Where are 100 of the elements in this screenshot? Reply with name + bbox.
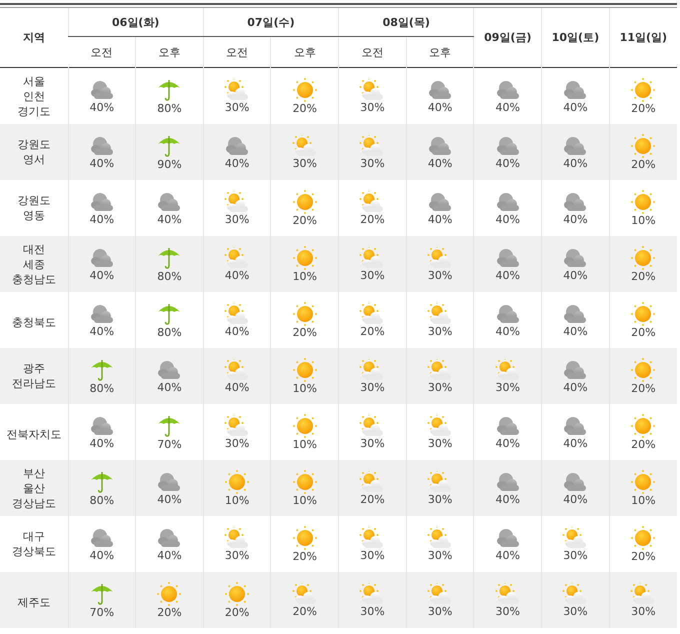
precipitation-chance: 40%: [563, 492, 588, 506]
precipitation-chance: 40%: [90, 268, 114, 282]
region-cell: 강원도 영서: [0, 124, 68, 180]
precipitation-chance: 20%: [360, 492, 385, 506]
precipitation-chance: 80%: [90, 494, 114, 506]
precipitation-chance: 20%: [292, 326, 318, 338]
precipitation-chance: 30%: [360, 268, 385, 282]
precipitation-chance: 40%: [496, 212, 520, 226]
precipitation-chance: 30%: [224, 436, 250, 450]
precipitation-chance: 30%: [563, 548, 588, 562]
precipitation-chance: 20%: [631, 382, 656, 394]
day-header: 07일(수): [247, 14, 295, 30]
precipitation-chance: 40%: [428, 212, 452, 226]
precipitation-chance: 20%: [292, 214, 318, 226]
precipitation-chance: 30%: [360, 548, 385, 562]
precipitation-chance: 30%: [360, 604, 385, 618]
region-cell: 전북자치도: [0, 404, 68, 460]
precipitation-chance: 20%: [360, 324, 385, 338]
precipitation-chance: 40%: [90, 324, 114, 338]
precipitation-chance: 30%: [428, 380, 452, 394]
precipitation-chance: 20%: [631, 102, 656, 114]
precipitation-chance: 40%: [496, 436, 520, 450]
precipitation-chance: 30%: [496, 604, 520, 618]
precipitation-chance: 40%: [224, 380, 250, 394]
precipitation-chance: 30%: [563, 604, 588, 618]
day-header: 06일(화): [112, 14, 160, 30]
precipitation-chance: 30%: [224, 548, 250, 562]
precipitation-chance: 40%: [157, 380, 182, 394]
precipitation-chance: 40%: [563, 380, 588, 394]
precipitation-chance: 30%: [360, 156, 385, 170]
precipitation-chance: 30%: [428, 268, 452, 282]
period-header: 오후: [294, 44, 316, 60]
precipitation-chance: 70%: [157, 438, 182, 450]
precipitation-chance: 30%: [428, 436, 452, 450]
precipitation-chance: 40%: [90, 156, 114, 170]
precipitation-chance: 40%: [90, 436, 114, 450]
precipitation-chance: 20%: [292, 102, 318, 114]
precipitation-chance: 40%: [157, 548, 182, 562]
precipitation-chance: 20%: [157, 606, 182, 618]
precipitation-chance: 40%: [563, 100, 588, 114]
precipitation-chance: 10%: [292, 494, 318, 506]
precipitation-chance: 40%: [428, 100, 452, 114]
precipitation-chance: 20%: [631, 158, 656, 170]
precipitation-chance: 20%: [360, 212, 385, 226]
day-header: 11일(일): [620, 30, 668, 45]
precipitation-chance: 40%: [496, 324, 520, 338]
precipitation-chance: 10%: [631, 494, 656, 506]
period-header: 오후: [429, 44, 452, 60]
precipitation-chance: 90%: [157, 158, 182, 170]
precipitation-chance: 10%: [631, 214, 656, 226]
period-header: 오전: [226, 44, 248, 60]
precipitation-chance: 20%: [631, 438, 656, 450]
precipitation-chance: 40%: [90, 100, 114, 114]
precipitation-chance: 10%: [292, 438, 318, 450]
precipitation-chance: 40%: [428, 156, 452, 170]
period-header: 오전: [361, 44, 384, 60]
region-cell: 강원도 영동: [0, 180, 68, 236]
precipitation-chance: 30%: [224, 212, 250, 226]
precipitation-chance: 40%: [496, 548, 520, 562]
precipitation-chance: 30%: [292, 156, 318, 170]
precipitation-chance: 40%: [90, 212, 114, 226]
precipitation-chance: 40%: [157, 492, 182, 506]
precipitation-chance: 40%: [496, 100, 520, 114]
precipitation-chance: 40%: [496, 492, 520, 506]
precipitation-chance: 20%: [292, 550, 318, 562]
precipitation-chance: 30%: [428, 548, 452, 562]
precipitation-chance: 20%: [292, 604, 318, 618]
precipitation-chance: 40%: [563, 324, 588, 338]
precipitation-chance: 20%: [631, 270, 656, 282]
day-header: 08일(목): [382, 14, 430, 30]
precipitation-chance: 30%: [360, 100, 385, 114]
period-header: 오전: [90, 44, 113, 60]
precipitation-chance: 30%: [496, 380, 520, 394]
region-cell: 서울 인천 경기도: [0, 68, 68, 124]
precipitation-chance: 10%: [292, 382, 318, 394]
precipitation-chance: 40%: [496, 156, 520, 170]
precipitation-chance: 40%: [224, 324, 250, 338]
precipitation-chance: 40%: [563, 436, 588, 450]
precipitation-chance: 40%: [224, 156, 250, 170]
precipitation-chance: 30%: [224, 100, 250, 114]
precipitation-chance: 80%: [90, 382, 114, 394]
precipitation-chance: 20%: [224, 606, 250, 618]
precipitation-chance: 30%: [428, 492, 452, 506]
precipitation-chance: 40%: [563, 156, 588, 170]
region-cell: 대전 세종 충청남도: [0, 236, 68, 292]
precipitation-chance: 40%: [563, 212, 588, 226]
precipitation-chance: 40%: [496, 268, 520, 282]
precipitation-chance: 80%: [157, 326, 182, 338]
precipitation-chance: 20%: [631, 326, 656, 338]
precipitation-chance: 80%: [157, 270, 182, 282]
precipitation-chance: 70%: [90, 606, 114, 618]
precipitation-chance: 30%: [360, 380, 385, 394]
region-cell: 대구 경상북도: [0, 516, 68, 572]
precipitation-chance: 40%: [90, 548, 114, 562]
period-header: 오후: [158, 44, 180, 60]
precipitation-chance: 30%: [428, 604, 452, 618]
region-cell: 부산 울산 경상남도: [0, 460, 68, 516]
precipitation-chance: 20%: [631, 550, 656, 562]
region-cell: 제주도: [0, 572, 68, 628]
precipitation-chance: 30%: [360, 436, 385, 450]
